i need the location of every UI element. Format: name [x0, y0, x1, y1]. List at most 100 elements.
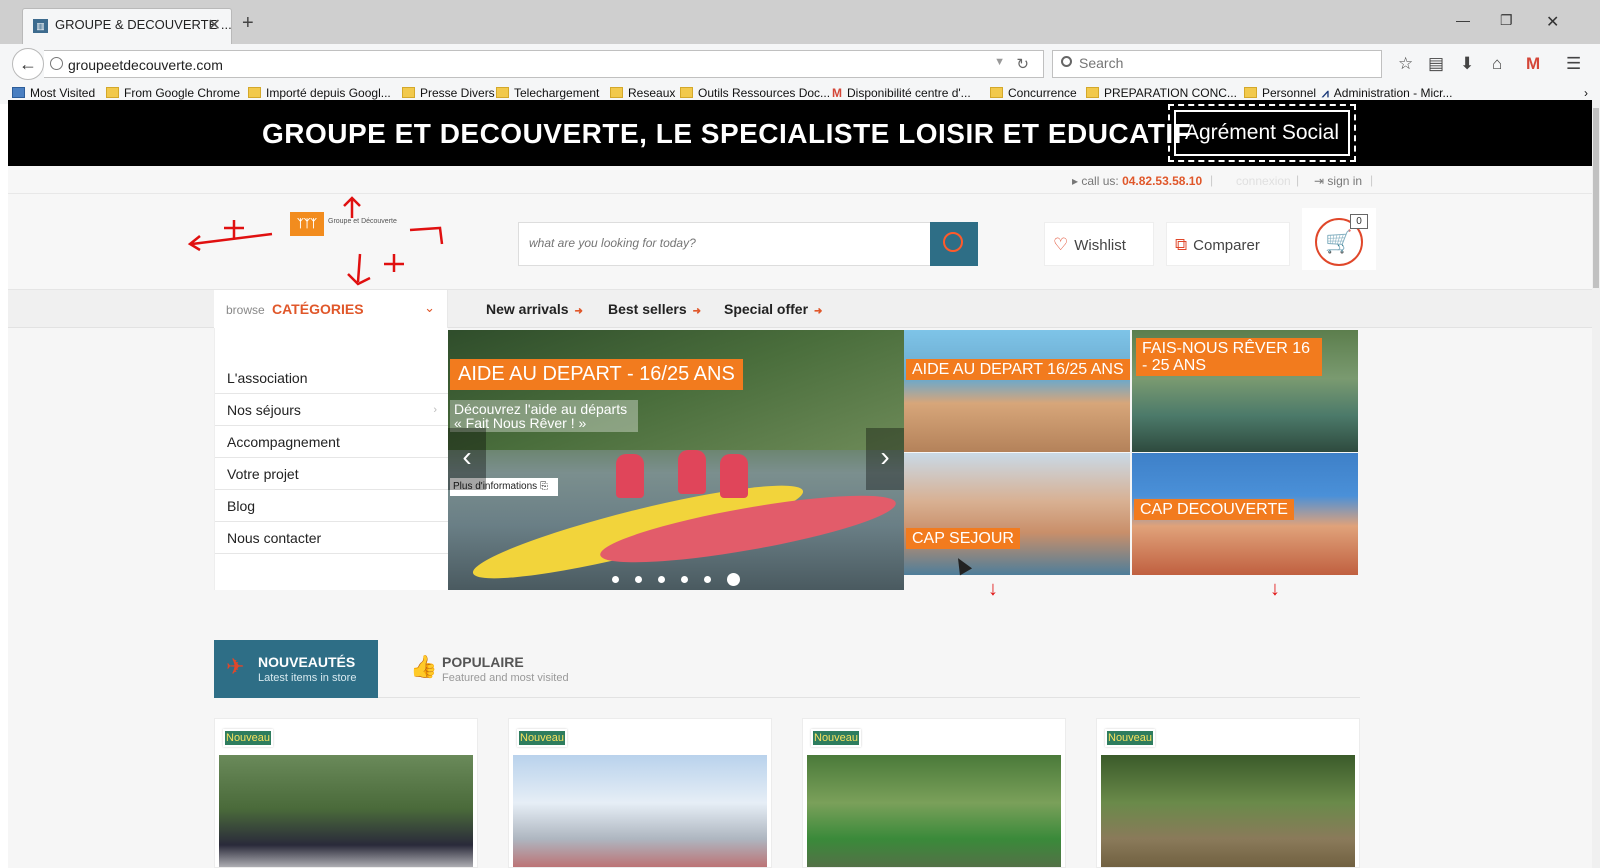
slider-dot[interactable]: [612, 576, 619, 583]
address-bar[interactable]: groupeetdecouverte.com ▼ ↻: [44, 50, 1044, 78]
wishlist-button[interactable]: ♡ Wishlist: [1044, 222, 1154, 266]
side-menu: L'association Nos séjours › Accompagnemen…: [214, 328, 449, 590]
menu-association[interactable]: L'association: [215, 362, 449, 394]
chevron-right-icon: ›: [433, 404, 437, 416]
bookmark-personnel[interactable]: Personnel: [1244, 86, 1316, 100]
new-badge: Nouveau: [1105, 729, 1156, 747]
banner-title: GROUPE ET DECOUVERTE, LE SPECIALISTE LOI…: [262, 118, 1192, 149]
bookmark-concurrence[interactable]: Concurrence: [990, 86, 1077, 100]
new-badge: Nouveau: [811, 729, 862, 747]
slider-prev-button[interactable]: ‹: [448, 428, 486, 490]
bookmark-most-visited[interactable]: Most Visited: [12, 86, 95, 100]
scrollbar-thumb[interactable]: [1593, 108, 1599, 288]
search-icon: [1061, 56, 1072, 67]
back-button[interactable]: ←: [12, 48, 44, 80]
cart-button[interactable]: 🛒 0: [1302, 208, 1376, 270]
connexion-link[interactable]: connexion: [1236, 174, 1291, 188]
site-header: ᛉᛉᛉ Groupe et Découverte ♡Wishlist ⧉Comp…: [8, 194, 1592, 290]
menu-icon[interactable]: ☰: [1566, 54, 1581, 74]
reload-icon[interactable]: ↻: [1016, 55, 1029, 73]
tab-populaire[interactable]: 👍 POPULAIRE Featured and most visited: [404, 640, 604, 698]
new-tab-button[interactable]: +: [242, 12, 254, 35]
browse-categories[interactable]: browse CATÉGORIES ⌄: [214, 290, 448, 328]
top-banner: GROUPE ET DECOUVERTE, LE SPECIALISTE LOI…: [8, 100, 1592, 166]
nav-best-sellers[interactable]: Best sellers ➜: [608, 301, 701, 317]
bookmark-telechargement[interactable]: Telechargement: [496, 86, 599, 100]
reading-list-icon[interactable]: ▤: [1428, 54, 1444, 74]
tile-cap-sejour[interactable]: CAP SEJOUR: [904, 453, 1130, 575]
bookmark-importe[interactable]: Importé depuis Googl...: [248, 86, 391, 100]
tile-cap-decouverte[interactable]: CAP DECOUVERTE: [1132, 453, 1358, 575]
site-favicon-icon: ▥: [33, 19, 48, 33]
slider-image: [448, 330, 904, 450]
nav-new-arrivals[interactable]: New arrivals ➜: [486, 301, 583, 317]
bookmark-outils[interactable]: Outils Ressources Doc...: [680, 86, 830, 100]
url-dropdown-icon[interactable]: ▼: [994, 56, 1005, 68]
menu-votre-projet[interactable]: Votre projet: [215, 458, 449, 490]
red-annotation-arrows: [187, 196, 444, 286]
arrow-right-icon: ➜: [814, 306, 823, 317]
bookmark-from-chrome[interactable]: From Google Chrome: [106, 86, 240, 100]
nav-special-offer[interactable]: Special offer ➜: [724, 301, 822, 317]
product-image: [807, 755, 1061, 867]
page-content: GROUPE ET DECOUVERTE, LE SPECIALISTE LOI…: [8, 100, 1592, 868]
gmail-icon[interactable]: M: [1526, 54, 1540, 74]
product-card[interactable]: Nouveau: [1096, 718, 1360, 868]
menu-nos-sejours[interactable]: Nos séjours ›: [215, 394, 449, 426]
site-search-input[interactable]: [529, 236, 919, 250]
sign-in-link[interactable]: ⇥ sign in: [1314, 174, 1362, 188]
browser-search-input[interactable]: [1079, 55, 1369, 71]
category-bar: browse CATÉGORIES ⌄ New arrivals ➜ Best s…: [8, 290, 1592, 328]
page-scrollbar[interactable]: [1592, 100, 1600, 868]
hero-slider[interactable]: AIDE AU DEPART - 16/25 ANS Découvrez l'a…: [448, 330, 904, 590]
bookmark-star-icon[interactable]: ☆: [1398, 54, 1413, 74]
tab-nouveautes[interactable]: ✈ NOUVEAUTÉS Latest items in store: [214, 640, 378, 698]
slider-dot-active[interactable]: [727, 573, 740, 586]
product-card[interactable]: Nouveau: [214, 718, 478, 868]
menu-nous-contacter[interactable]: Nous contacter: [215, 522, 449, 554]
slider-dot[interactable]: [658, 576, 665, 583]
site-search: [518, 222, 978, 266]
slider-dot[interactable]: [704, 576, 711, 583]
slider-dot[interactable]: [635, 576, 642, 583]
product-tabs: ✈ NOUVEAUTÉS Latest items in store 👍 POP…: [214, 640, 1360, 698]
agrement-social-badge[interactable]: Agrément Social: [1168, 104, 1356, 162]
phone-number: 04.82.53.58.10: [1122, 174, 1203, 188]
browser-tab[interactable]: ▥ GROUPE & DECOUVERTE ... ✕: [22, 8, 232, 44]
site-search-button[interactable]: [930, 222, 978, 266]
minimize-icon[interactable]: —: [1456, 12, 1470, 28]
bookmark-preparation[interactable]: PREPARATION CONC...: [1086, 86, 1237, 100]
tile-aide-au-depart[interactable]: AIDE AU DEPART 16/25 ANS: [904, 330, 1130, 452]
restore-icon[interactable]: ❐: [1500, 12, 1513, 29]
slider-title: AIDE AU DEPART - 16/25 ANS: [450, 359, 743, 390]
close-window-icon[interactable]: ✕: [1546, 12, 1559, 32]
bookmark-presse[interactable]: Presse Divers: [402, 86, 495, 100]
browser-search-box[interactable]: [1052, 50, 1382, 78]
tile-fais-nous-rever[interactable]: FAIS-NOUS RÊVER 16 - 25 ANS: [1132, 330, 1358, 452]
compare-button[interactable]: ⧉ Comparer: [1166, 222, 1290, 266]
red-annotation-arrow: ↓: [1270, 578, 1280, 600]
call-us: ▸ call us: 04.82.53.58.10: [1072, 174, 1203, 188]
product-image: [513, 755, 767, 867]
slider-next-button[interactable]: ›: [866, 428, 904, 490]
menu-blog[interactable]: Blog: [215, 490, 449, 522]
bookmark-administration[interactable]: ⩘ Administration - Micr...: [1322, 86, 1452, 101]
slider-pagination: [612, 570, 756, 588]
slider-dot[interactable]: [681, 576, 688, 583]
product-image: [1101, 755, 1355, 867]
compare-icon: ⧉: [1175, 235, 1188, 254]
download-icon[interactable]: ⬇: [1460, 54, 1474, 74]
red-annotation-arrow: ↓: [988, 578, 998, 600]
product-card[interactable]: Nouveau: [802, 718, 1066, 868]
sign-in-icon: ⇥: [1314, 174, 1325, 188]
gmail-icon: M: [832, 86, 842, 100]
bookmarks-overflow-icon[interactable]: ›: [1584, 86, 1588, 100]
bookmark-reseaux[interactable]: Reseaux: [610, 86, 675, 100]
close-tab-icon[interactable]: ✕: [208, 15, 221, 35]
bookmark-disponibilite[interactable]: M Disponibilité centre d'...: [832, 86, 971, 100]
menu-accompagnement[interactable]: Accompagnement: [215, 426, 449, 458]
heart-icon: ♡: [1053, 235, 1069, 254]
contact-bar: ▸ call us: 04.82.53.58.10 | connexion | …: [8, 166, 1592, 194]
product-card[interactable]: Nouveau: [508, 718, 772, 868]
home-icon[interactable]: ⌂: [1492, 54, 1502, 74]
